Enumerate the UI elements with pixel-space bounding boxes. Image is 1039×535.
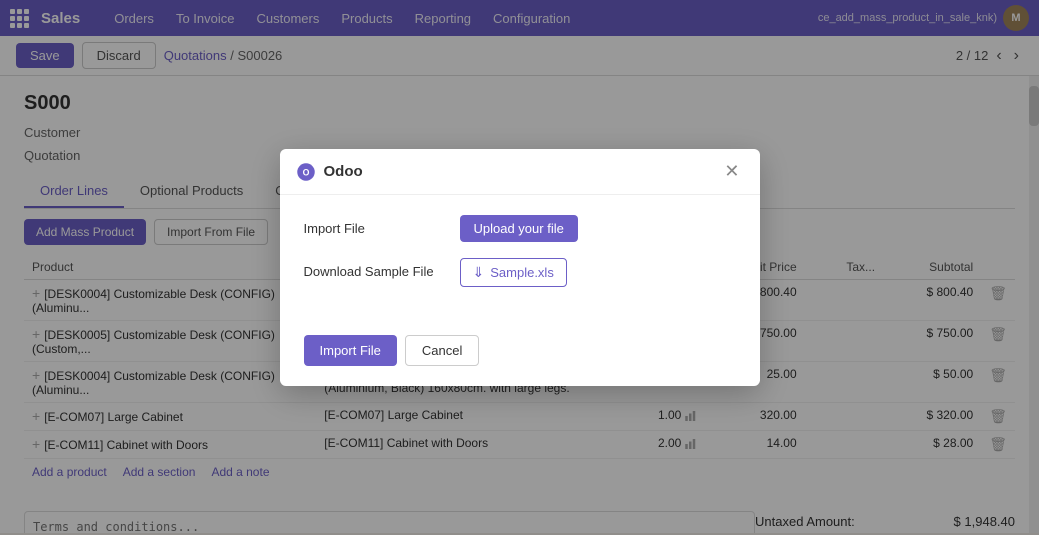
modal-close-button[interactable]: ✕	[720, 161, 743, 182]
import-file-row: Import File Upload your file	[304, 215, 736, 242]
svg-text:O: O	[302, 167, 309, 177]
download-sample-button[interactable]: ⇓ Sample.xls	[460, 258, 567, 287]
modal-title: Odoo	[324, 163, 721, 180]
modal-body: Import File Upload your file Download Sa…	[280, 195, 760, 323]
import-file-label: Import File	[304, 215, 444, 236]
cancel-button[interactable]: Cancel	[405, 335, 479, 366]
modal-footer: Import File Cancel	[280, 323, 760, 386]
download-sample-label: Download Sample File	[304, 258, 444, 279]
upload-section: Upload your file	[460, 215, 736, 242]
sample-file-label: Sample.xls	[490, 265, 554, 280]
sample-section: ⇓ Sample.xls	[460, 258, 736, 287]
modal-overlay[interactable]: O Odoo ✕ Import File Upload your file Do…	[0, 0, 1039, 535]
upload-file-button[interactable]: Upload your file	[460, 215, 578, 242]
download-icon: ⇓	[473, 264, 485, 281]
modal: O Odoo ✕ Import File Upload your file Do…	[280, 149, 760, 386]
import-file-button[interactable]: Import File	[304, 335, 397, 366]
odoo-logo-icon: O	[296, 162, 316, 182]
modal-header: O Odoo ✕	[280, 149, 760, 195]
download-sample-row: Download Sample File ⇓ Sample.xls	[304, 258, 736, 287]
